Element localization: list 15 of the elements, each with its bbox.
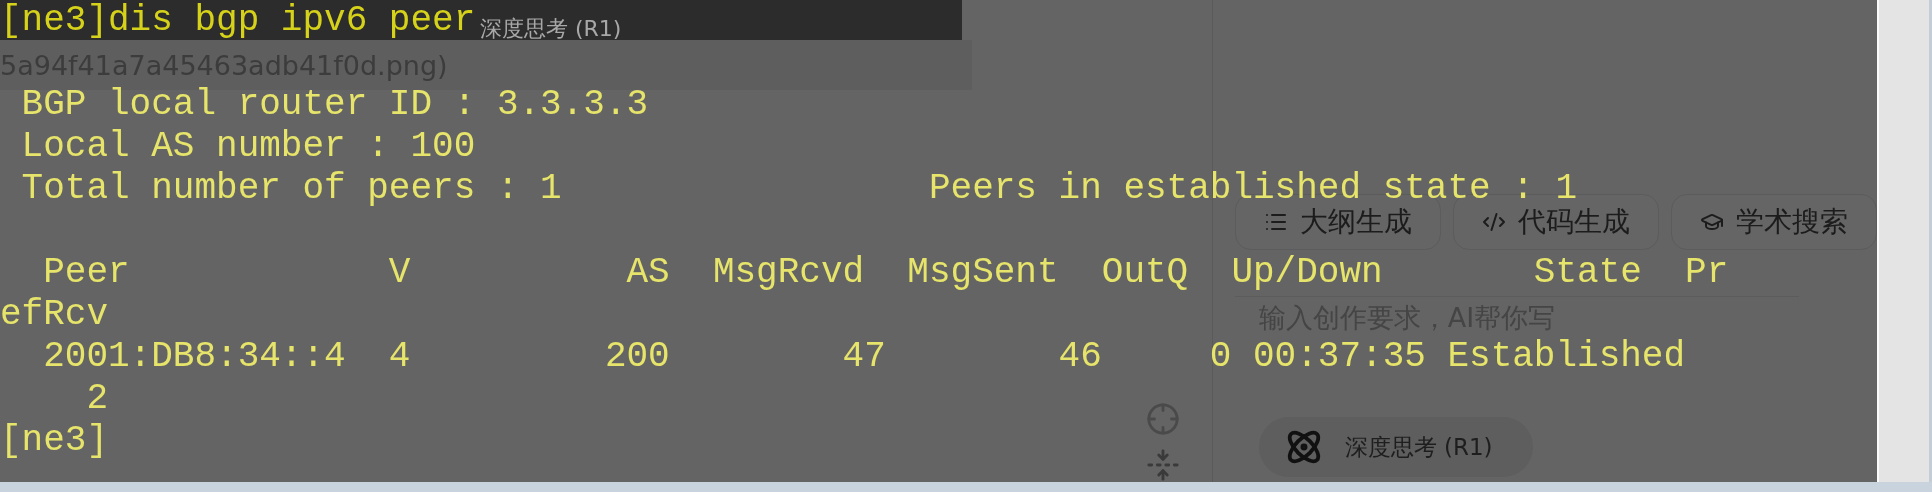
- mode-button[interactable]: 深度思考 (R1): [1258, 417, 1533, 477]
- code-icon: [1481, 210, 1506, 234]
- terminal-line: efRcv: [0, 294, 109, 336]
- ghost-label: 深度思考 (R1): [480, 18, 622, 40]
- fold-arrows-icon[interactable]: [1145, 448, 1180, 482]
- terminal-line: Peer V AS MsgRcvd MsgSent OutQ Up/Down State Pr: [42, 252, 1729, 294]
- scrollbar-track[interactable]: [1876, 0, 1932, 482]
- terminal-line: Local AS number : 100: [20, 126, 476, 168]
- tool-button[interactable]: 学术搜索: [1670, 194, 1877, 250]
- terminal-line: 2001:DB8:34::4 4 200 47 46 0 00:37:35 Established: [42, 336, 1686, 378]
- terminal-line: BGP local router ID : 3.3.3.3: [20, 84, 649, 126]
- crosshair-icon[interactable]: [1145, 402, 1180, 436]
- terminal-line: [ne3]: [0, 420, 109, 462]
- terminal-line: 2: [85, 378, 109, 420]
- terminal-command: [ne3]dis bgp ipv6 peer: [0, 0, 476, 42]
